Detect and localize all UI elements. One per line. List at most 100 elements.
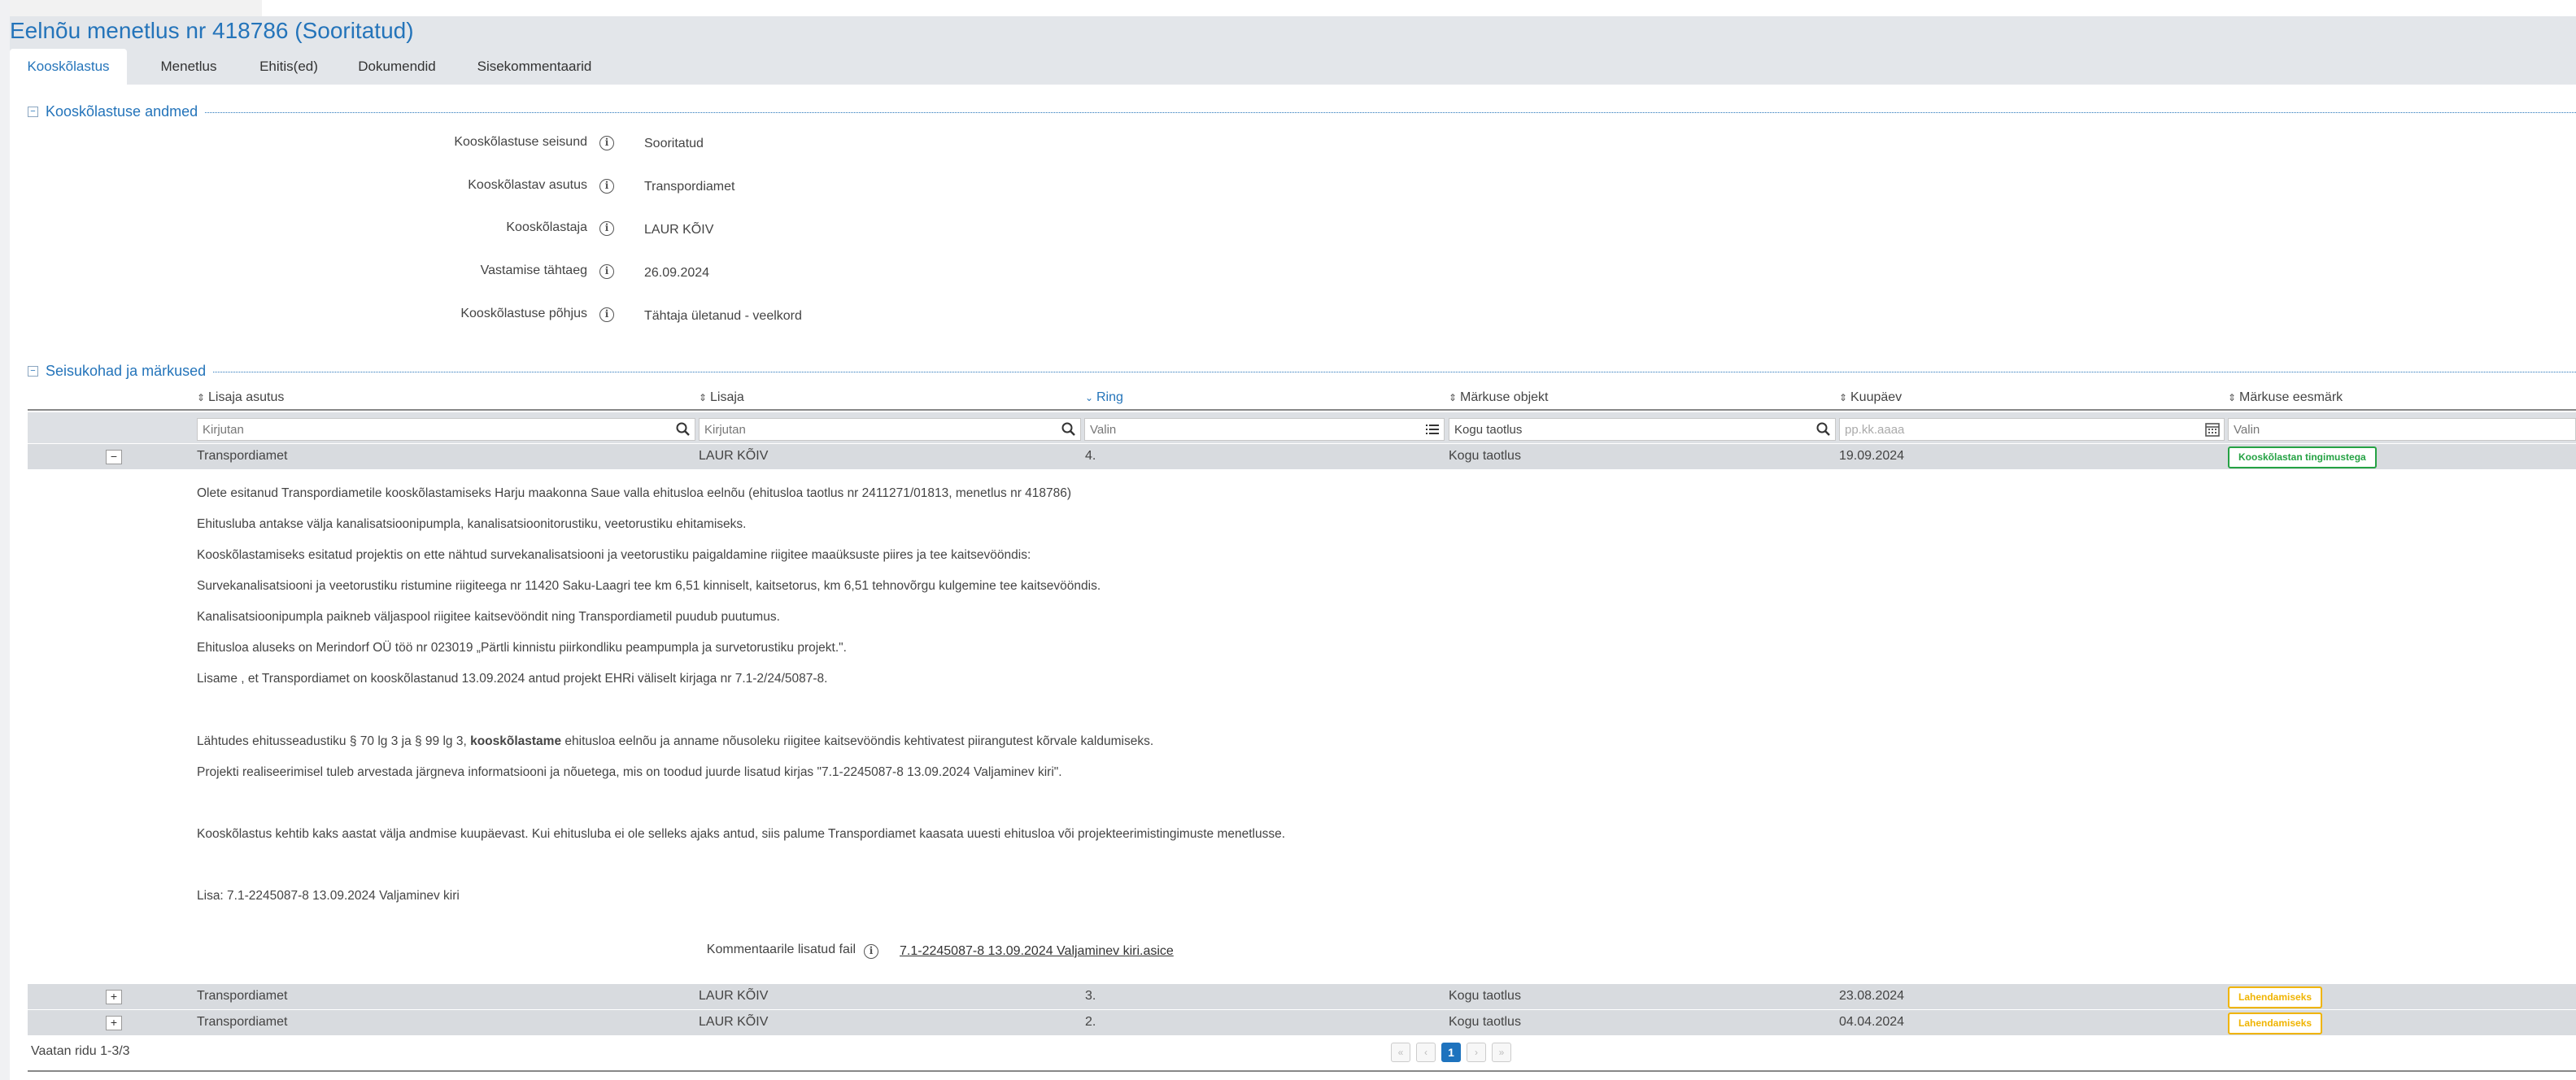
rows-count-text: Vaatan ridu 1-3/3 xyxy=(31,1044,130,1058)
filter-row: Kirjutan Kirjutan Valin Kogu taotlus pp.… xyxy=(28,412,2576,443)
sort-icon: ⇕ xyxy=(1839,392,1848,403)
cell-ring: 4. xyxy=(1085,449,1096,463)
comment-line: Kooskõlastus kehtib kaks aastat välja an… xyxy=(197,827,1286,841)
cell-markuse-objekt: Kogu taotlus xyxy=(1449,1015,1521,1029)
comment-line: Lisame , et Transpordiamet on kooskõlast… xyxy=(197,672,828,686)
collapse-section-button[interactable]: − xyxy=(28,107,38,117)
collapse-section-button[interactable]: − xyxy=(28,366,38,377)
field-value-asutus: Transpordiamet xyxy=(644,180,735,194)
field-label-asutus: Kooskõlastav asutus xyxy=(468,178,587,192)
column-header-kuupaev[interactable]: ⇕ Kuupäev xyxy=(1839,390,1902,405)
comment-text: Lähtudes ehitusseadustiku § 70 lg 3 ja §… xyxy=(197,734,471,748)
sort-icon: ⇕ xyxy=(197,392,206,403)
cell-markuse-objekt: Kogu taotlus xyxy=(1449,989,1521,1003)
pager-first-button[interactable]: « xyxy=(1391,1043,1410,1062)
column-header-lisaja[interactable]: ⇕ Lisaja xyxy=(699,390,744,405)
column-label: Lisaja xyxy=(710,390,744,404)
comment-line: Lähtudes ehitusseadustiku § 70 lg 3 ja §… xyxy=(197,734,1153,749)
cell-lisaja-asutus: Transpordiamet xyxy=(197,989,288,1003)
section-kooskolastuse-andmed: − Kooskõlastuse andmed xyxy=(28,103,2576,121)
column-header-markuse-objekt[interactable]: ⇕ Märkuse objekt xyxy=(1449,390,1549,405)
expand-row-button[interactable]: + xyxy=(106,990,122,1004)
filter-markuse-objekt[interactable]: Kogu taotlus xyxy=(1449,418,1836,441)
search-icon[interactable] xyxy=(1061,421,1077,438)
info-icon[interactable]: i xyxy=(599,136,614,150)
filter-lisaja[interactable]: Kirjutan xyxy=(699,418,1081,441)
comment-line: Kooskõlastamiseks esitatud projektis on … xyxy=(197,548,1031,562)
comment-bold-text: kooskõlastame xyxy=(470,734,562,748)
tab-sisekommentaarid[interactable]: Sisekommentaarid xyxy=(459,49,610,85)
comment-line: Projekti realiseerimisel tuleb arvestada… xyxy=(197,765,1062,779)
filter-placeholder: Valin xyxy=(2234,423,2260,437)
section-seisukohad: − Seisukohad ja märkused xyxy=(28,363,2576,381)
column-label: Kuupäev xyxy=(1850,390,1903,404)
column-header-lisaja-asutus[interactable]: ⇕ Lisaja asutus xyxy=(197,390,284,405)
info-icon[interactable]: i xyxy=(599,221,614,236)
field-label-pohjus: Kooskõlastuse põhjus xyxy=(460,307,587,320)
calendar-icon[interactable] xyxy=(2204,421,2221,438)
sort-icon: ⇕ xyxy=(2228,392,2237,403)
column-label: Märkuse objekt xyxy=(1460,390,1549,404)
field-label-tahtaeg: Vastamise tähtaeg xyxy=(480,263,587,277)
filter-markuse-eesmark[interactable]: Valin xyxy=(2228,418,2576,441)
search-icon[interactable] xyxy=(675,421,691,438)
cell-lisaja: LAUR KÕIV xyxy=(699,449,769,463)
pager-next-button[interactable]: › xyxy=(1467,1043,1486,1062)
collapse-row-button[interactable]: − xyxy=(106,450,122,464)
info-icon[interactable]: i xyxy=(599,307,614,322)
column-header-markuse-eesmark[interactable]: ⇕ Märkuse eesmärk xyxy=(2228,390,2343,405)
tab-dokumendid[interactable]: Dokumendid xyxy=(342,49,452,85)
pager-last-button[interactable]: » xyxy=(1492,1043,1511,1062)
sort-icon: ⇕ xyxy=(1449,392,1458,403)
filter-lisaja-asutus[interactable]: Kirjutan xyxy=(197,418,695,441)
tab-ehitised[interactable]: Ehitis(ed) xyxy=(240,49,338,85)
list-icon[interactable] xyxy=(1424,421,1441,438)
info-icon[interactable]: i xyxy=(599,179,614,194)
top-bar-segment xyxy=(0,0,262,16)
cell-lisaja-asutus: Transpordiamet xyxy=(197,449,288,463)
table-header-divider xyxy=(28,409,2576,411)
attached-file-link[interactable]: 7.1-2245087-8 13.09.2024 Valjaminev kiri… xyxy=(900,944,1174,959)
section-divider xyxy=(46,112,2576,113)
info-icon[interactable]: i xyxy=(599,264,614,279)
comment-line: Kanalisatsioonipumpla paikneb väljaspool… xyxy=(197,610,780,624)
page-title: Eelnõu menetlus nr 418786 (Sooritatud) xyxy=(10,18,414,43)
comment-text: ehitusloa eelnõu ja anname nõusoleku rii… xyxy=(561,734,1154,748)
info-icon[interactable]: i xyxy=(864,944,878,959)
cell-markuse-objekt: Kogu taotlus xyxy=(1449,449,1521,463)
expand-row-button[interactable]: + xyxy=(106,1016,122,1030)
comment-line: Ehitusluba antakse välja kanalisatsiooni… xyxy=(197,517,747,531)
section-title: Kooskõlastuse andmed xyxy=(46,103,205,120)
pager-prev-button[interactable]: ‹ xyxy=(1416,1043,1436,1062)
field-value-seisund: Sooritatud xyxy=(644,137,704,150)
filter-ring[interactable]: Valin xyxy=(1084,418,1445,441)
search-icon[interactable] xyxy=(1815,421,1832,438)
field-label-seisund: Kooskõlastuse seisund xyxy=(454,135,587,149)
cell-lisaja: LAUR KÕIV xyxy=(699,989,769,1003)
column-label: Lisaja asutus xyxy=(208,390,285,404)
sort-icon: ⇕ xyxy=(699,392,708,403)
section-title: Seisukohad ja märkused xyxy=(46,363,213,380)
filter-kuupaev[interactable]: pp.kk.aaaa xyxy=(1839,418,2225,441)
top-bar xyxy=(0,0,2576,16)
tab-kooskolastus[interactable]: Kooskõlastus xyxy=(10,49,127,85)
main-area: Eelnõu menetlus nr 418786 (Sooritatud) K… xyxy=(10,16,2576,1080)
column-label: Ring xyxy=(1096,390,1123,404)
table-row[interactable]: + Transpordiamet LAUR KÕIV 3. Kogu taotl… xyxy=(28,984,2576,1009)
cell-kuupaev: 19.09.2024 xyxy=(1839,449,1905,463)
filter-value: Kogu taotlus xyxy=(1454,423,1523,437)
tab-menetlus[interactable]: Menetlus xyxy=(140,49,238,85)
field-value-tahtaeg: 26.09.2024 xyxy=(644,266,710,280)
filter-placeholder: Kirjutan xyxy=(704,423,746,437)
filter-placeholder: Valin xyxy=(1090,423,1117,437)
table-row[interactable]: + Transpordiamet LAUR KÕIV 2. Kogu taotl… xyxy=(28,1010,2576,1035)
column-header-ring[interactable]: ⌄ Ring xyxy=(1085,390,1123,405)
status-badge: Kooskõlastan tingimustega xyxy=(2228,446,2377,468)
cell-ring: 3. xyxy=(1085,989,1096,1003)
table-bottom-divider xyxy=(28,1070,2576,1072)
pager-page-1[interactable]: 1 xyxy=(1441,1043,1461,1062)
cell-lisaja-asutus: Transpordiamet xyxy=(197,1015,288,1029)
table-row[interactable]: − Transpordiamet LAUR KÕIV 4. Kogu taotl… xyxy=(28,444,2576,469)
sort-desc-icon: ⌄ xyxy=(1085,392,1094,403)
comment-line: Olete esitanud Transpordiametile kooskõl… xyxy=(197,486,1072,500)
